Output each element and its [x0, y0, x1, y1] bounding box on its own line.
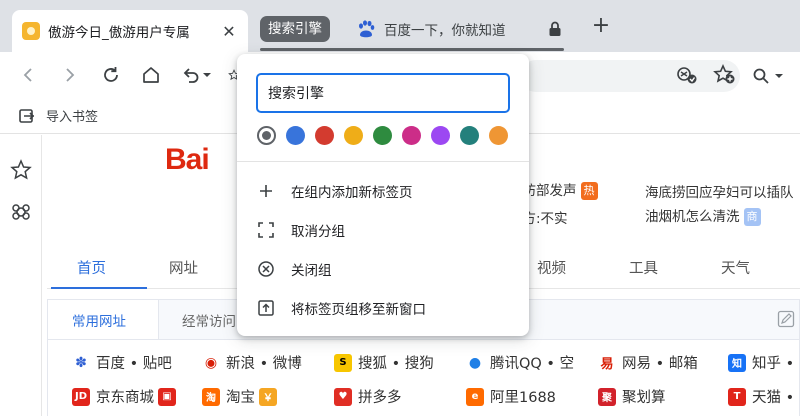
menu-item-move-to-new-window[interactable]: 将标签页组移至新窗口	[237, 289, 529, 327]
nav-active-underline	[51, 287, 147, 289]
nav-weather[interactable]: 天气	[721, 257, 750, 278]
favorites-star-icon[interactable]	[10, 159, 32, 181]
taobao-promo-icon: ￥	[259, 387, 277, 406]
site-link[interactable]: e 阿里1688	[466, 386, 556, 407]
maxthon-logo-icon[interactable]	[10, 201, 32, 223]
tab-group-chip[interactable]: 搜索引擎	[260, 16, 330, 42]
qq-penguin-icon: ●	[466, 353, 484, 372]
tab-strip: 傲游今日_傲游用户专属 ✕ 搜索引擎 百度一下，你就知道 +	[0, 0, 800, 52]
maxthon-favicon-icon	[22, 22, 40, 40]
reload-icon[interactable]	[98, 62, 124, 88]
netease-icon: 易	[598, 353, 616, 372]
plus-icon	[260, 185, 272, 197]
popup-divider	[237, 161, 529, 162]
nav-video[interactable]: 视频	[537, 257, 566, 278]
site-link[interactable]: ◉ 新浪 • 微博	[202, 352, 302, 373]
color-swatch-pink[interactable]	[402, 126, 421, 145]
weibo-eye-icon: ◉	[202, 353, 220, 372]
jd-icon: JD	[72, 387, 90, 406]
site-grid: ✽ 百度 • 贴吧 ◉ 新浪 • 微博 S 搜狐 • 搜狗 ● 腾讯QQ • 空 易网易…	[47, 339, 800, 416]
menu-item-close-group[interactable]: 关闭组	[237, 250, 529, 288]
plus-icon[interactable]: +	[588, 14, 614, 40]
ad-badge: 商	[743, 208, 761, 226]
tmall-icon: T	[728, 387, 746, 406]
alibaba-icon: e	[466, 387, 484, 406]
address-bar[interactable]	[520, 60, 740, 92]
nav-sites[interactable]: 网址	[169, 257, 198, 278]
nav-home[interactable]: 首页	[77, 257, 106, 278]
site-link[interactable]: ♥ 拼多多	[334, 386, 402, 407]
chevron-down-icon[interactable]	[200, 62, 214, 88]
import-bookmarks-link[interactable]: 导入书签	[46, 106, 98, 125]
color-swatch-green[interactable]	[373, 126, 392, 145]
close-circle-icon	[258, 261, 274, 277]
import-icon[interactable]	[18, 107, 36, 125]
zhihu-icon: 知	[728, 353, 746, 372]
baidu-paw-icon	[359, 20, 375, 38]
chevron-down-icon	[775, 74, 783, 78]
edit-icon[interactable]	[777, 310, 795, 328]
site-link[interactable]: ✽ 百度 • 贴吧	[72, 352, 172, 373]
bookmark-star-icon[interactable]	[712, 62, 738, 88]
group-name-input[interactable]	[256, 73, 510, 113]
site-link[interactable]: 易网易 • 邮箱	[598, 352, 698, 373]
search-button[interactable]	[752, 60, 800, 92]
baidu-logo[interactable]: Bai	[165, 143, 210, 177]
ungroup-icon	[258, 222, 274, 238]
tab-group-editor: 在组内添加新标签页 取消分组 关闭组 将标签页组移至新窗口	[237, 54, 529, 336]
color-swatch-orange[interactable]	[489, 126, 508, 145]
color-swatch-blue[interactable]	[286, 126, 305, 145]
tab-group-underline	[260, 48, 564, 51]
nav-tools[interactable]: 工具	[629, 257, 658, 278]
site-link[interactable]: JD 京东商城 ▣	[72, 386, 182, 407]
pinduoduo-icon: ♥	[334, 387, 352, 406]
site-link[interactable]: S 搜狐 • 搜狗	[334, 352, 434, 373]
tab-maxthon-today[interactable]: 傲游今日_傲游用户专属 ✕	[12, 10, 248, 52]
hot-item[interactable]: 油烟机怎么清洗商	[645, 205, 761, 226]
gamepad-shield-icon[interactable]	[674, 62, 700, 88]
color-swatch-purple[interactable]	[431, 126, 450, 145]
juhuasuan-icon: 聚	[598, 387, 616, 406]
color-swatch-cyan[interactable]	[460, 126, 479, 145]
move-window-icon	[258, 300, 274, 316]
hot-badge: 热	[580, 182, 598, 200]
color-swatch-red[interactable]	[315, 126, 334, 145]
tab-baidu[interactable]: 百度一下，你就知道	[350, 14, 568, 44]
color-swatch-grey[interactable]	[257, 126, 276, 145]
tab-common-sites[interactable]: 常用网址	[72, 310, 126, 330]
jd-promo-icon: ▣	[158, 387, 176, 406]
site-link[interactable]: 淘淘宝 ￥	[202, 386, 283, 407]
arrow-left-icon[interactable]	[16, 62, 42, 88]
tab-title: 百度一下，你就知道	[384, 23, 506, 39]
site-link[interactable]: 知知乎 •	[728, 352, 794, 373]
site-link[interactable]: 聚聚划算	[598, 386, 666, 407]
search-icon	[753, 68, 769, 84]
sohu-s-icon: S	[334, 353, 352, 372]
menu-item-new-tab-in-group[interactable]: 在组内添加新标签页	[237, 172, 529, 210]
tab-title: 傲游今日_傲游用户专属	[48, 25, 190, 41]
baidu-paw-icon: ✽	[72, 353, 90, 372]
site-link[interactable]: ● 腾讯QQ • 空	[466, 352, 574, 373]
hot-item[interactable]: 海底捞回应孕妇可以插队	[645, 181, 794, 201]
color-swatch-yellow[interactable]	[344, 126, 363, 145]
close-icon[interactable]: ✕	[220, 22, 238, 41]
taobao-icon: 淘	[202, 387, 220, 406]
home-icon[interactable]	[138, 62, 164, 88]
arrow-right-icon[interactable]	[56, 62, 82, 88]
menu-item-ungroup[interactable]: 取消分组	[237, 211, 529, 249]
site-link[interactable]: T 天猫 •	[728, 386, 794, 407]
lock-icon	[549, 21, 561, 36]
tab-frequent[interactable]: 经常访问	[182, 310, 236, 330]
side-panel	[0, 135, 42, 416]
